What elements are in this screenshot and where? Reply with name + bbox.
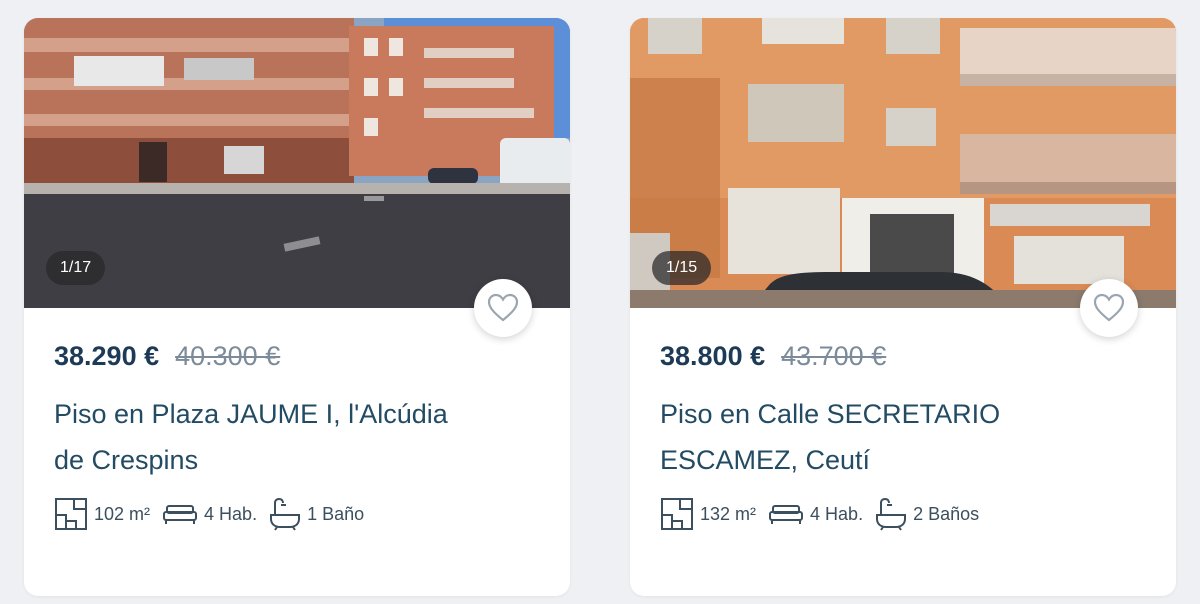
- listing-features: 102 m² 4 Hab. 1 Baño: [54, 497, 540, 531]
- floorplan-icon: [661, 498, 693, 530]
- listing-photo[interactable]: 1/15: [630, 18, 1176, 308]
- baths-value: 2 Baños: [913, 503, 980, 524]
- feature-rooms: 4 Hab.: [768, 502, 863, 526]
- area-value: 102 m²: [94, 503, 151, 524]
- listing-photo[interactable]: 1/17: [24, 18, 570, 308]
- baths-value: 1 Baño: [307, 503, 365, 524]
- listing-title-line: Piso en Plaza JAUME I, l'Alcúdia: [54, 399, 448, 429]
- listing-title[interactable]: Piso en Calle SECRETARIO ESCAMEZ, Ceutí: [660, 391, 1130, 483]
- listing-features: 132 m² 4 Hab. 2 Baños: [660, 497, 1146, 531]
- listing-title-line: de Crespins: [54, 445, 199, 475]
- feature-baths: 1 Baño: [269, 497, 364, 531]
- bathtub-icon: [876, 497, 907, 531]
- photo-counter: 1/17: [46, 251, 106, 285]
- rooms-value: 4 Hab.: [204, 503, 258, 524]
- listing-title-line: Piso en Calle SECRETARIO: [660, 399, 1001, 429]
- rooms-value: 4 Hab.: [810, 503, 864, 524]
- floorplan-icon: [55, 498, 87, 530]
- feature-rooms: 4 Hab.: [162, 502, 257, 526]
- listing-title-line: ESCAMEZ, Ceutí: [660, 445, 871, 475]
- listing-old-price: 40.300 €: [175, 341, 281, 371]
- listing-price: 38.290 €: [54, 341, 160, 371]
- listing-old-price: 43.700 €: [781, 341, 887, 371]
- feature-area: 132 m²: [660, 497, 756, 531]
- area-value: 132 m²: [700, 503, 757, 524]
- feature-area: 102 m²: [54, 497, 150, 531]
- building-facade-photo: [630, 18, 1176, 308]
- listing-card[interactable]: 1/15 38.800 € 43.700 € Piso en Calle SEC…: [630, 18, 1176, 596]
- listing-title[interactable]: Piso en Plaza JAUME I, l'Alcúdia de Cres…: [54, 391, 524, 483]
- listing-card[interactable]: 1/17 38.290 € 40.300 € Piso en Plaza JAU…: [24, 18, 570, 596]
- feature-baths: 2 Baños: [875, 497, 979, 531]
- listing-price: 38.800 €: [660, 341, 766, 371]
- bathtub-icon: [270, 497, 301, 531]
- bed-icon: [163, 505, 198, 524]
- photo-counter: 1/15: [652, 251, 712, 285]
- building-street-photo: [24, 18, 570, 308]
- bed-icon: [769, 505, 804, 524]
